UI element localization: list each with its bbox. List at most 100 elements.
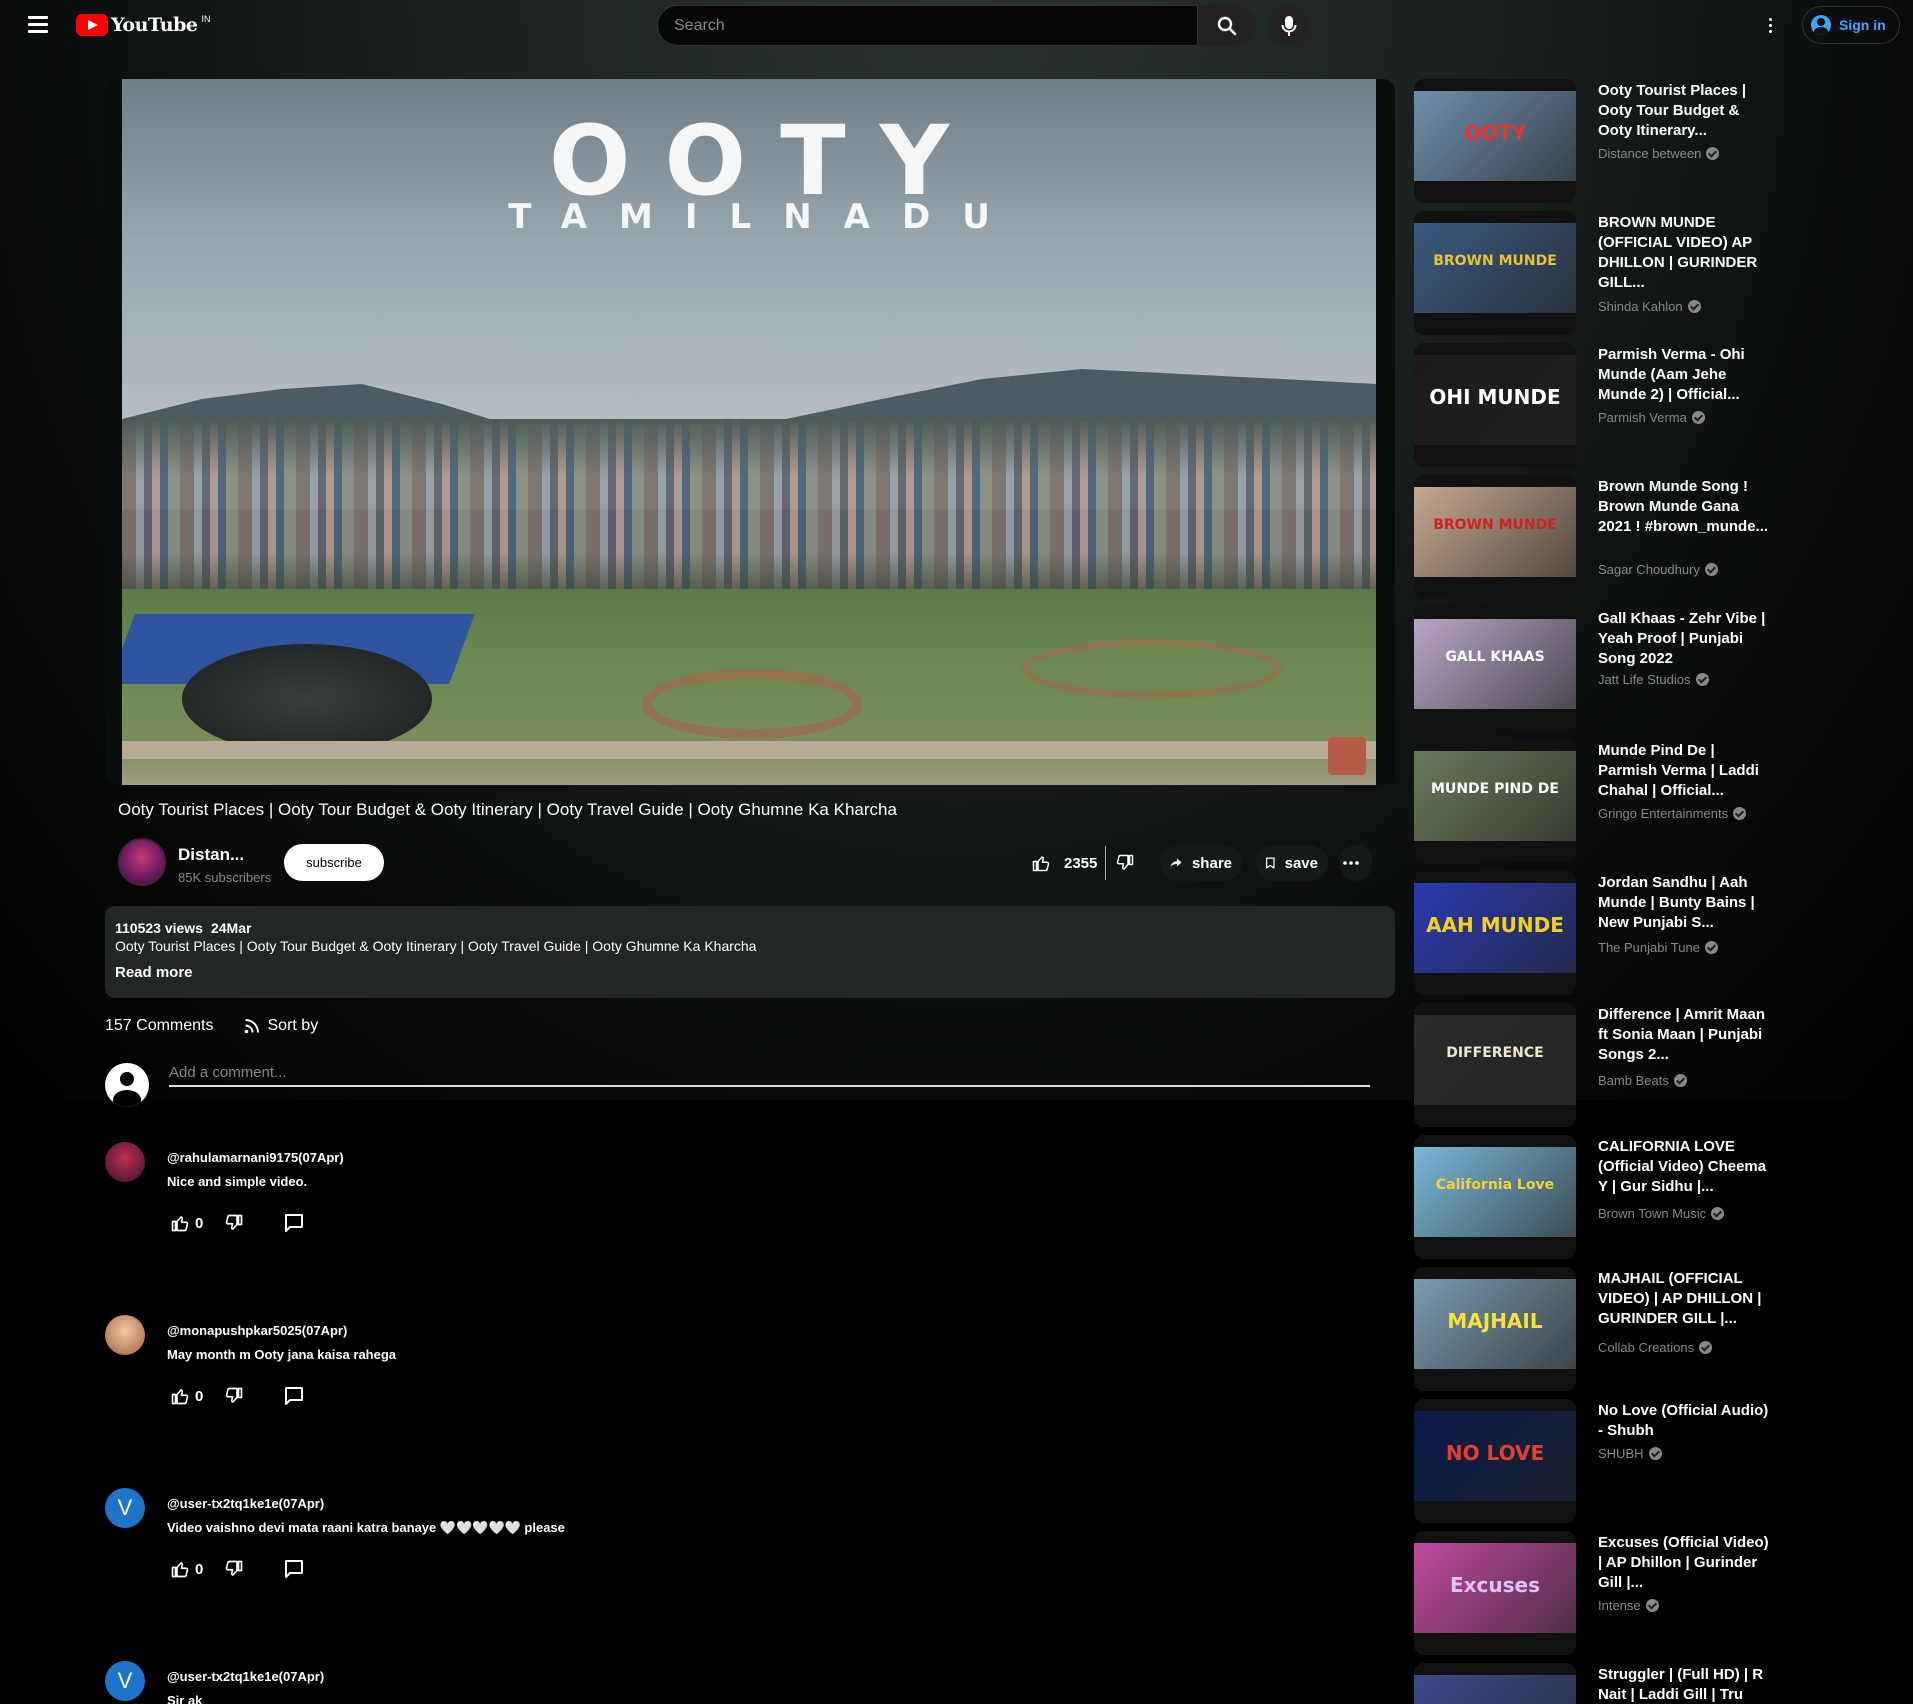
recommended-channel[interactable]: Distance between	[1598, 146, 1720, 161]
comment-avatar[interactable]	[105, 1315, 145, 1355]
video-frame[interactable]: OOTY TAMILNADU	[122, 79, 1376, 785]
video-player[interactable]: OOTY TAMILNADU	[105, 79, 1395, 785]
sign-in-button[interactable]: Sign in	[1802, 6, 1900, 44]
share-button[interactable]: share	[1160, 845, 1242, 881]
recommended-video-title[interactable]: Excuses (Official Video) | AP Dhillon | …	[1598, 1533, 1773, 1593]
search-button[interactable]	[1198, 5, 1256, 46]
recommended-video-title[interactable]: Struggler | (Full HD) | R Nait | Laddi G…	[1598, 1665, 1773, 1704]
recommended-video-title[interactable]: Jordan Sandhu | Aah Munde | Bunty Bains …	[1598, 873, 1773, 933]
comment-avatar[interactable]: V	[105, 1661, 145, 1701]
comment-author[interactable]: @monapushpkar5025(07Apr)	[167, 1323, 347, 1338]
share-icon	[1170, 858, 1182, 868]
comment-like-button[interactable]: 0	[171, 1387, 203, 1405]
description-box[interactable]: 110523 views 24Mar Ooty Tourist Places | …	[105, 906, 1395, 998]
subscribe-button[interactable]: subscribe	[284, 844, 384, 881]
dislike-button[interactable]	[1110, 848, 1140, 878]
save-button[interactable]: save	[1256, 845, 1328, 881]
recommended-channel[interactable]: Intense	[1598, 1598, 1659, 1613]
recommended-video[interactable]: BROWN MUNDE Brown Munde Song ! Brown Mund…	[1414, 475, 1774, 599]
like-count: 2355	[1064, 854, 1098, 872]
voice-search-button[interactable]	[1268, 5, 1309, 46]
channel-name[interactable]: Distan...	[178, 845, 244, 865]
comment-reply-button[interactable]	[285, 1387, 304, 1405]
settings-more-icon[interactable]	[1760, 14, 1780, 36]
recommended-video-title[interactable]: Difference | Amrit Maan ft Sonia Maan | …	[1598, 1005, 1773, 1065]
comment-avatar[interactable]: V	[105, 1488, 145, 1528]
recommended-video[interactable]: MUNDE PIND DE Munde Pind De | Parmish Ver…	[1414, 739, 1774, 863]
comment-dislike-button[interactable]	[225, 1560, 243, 1578]
recommended-video[interactable]: California Love CALIFORNIA LOVE (Official…	[1414, 1135, 1774, 1259]
video-thumbnail[interactable]: AAH MUNDE	[1414, 871, 1576, 995]
recommended-channel-name: Collab Creations	[1598, 1340, 1695, 1355]
recommended-channel[interactable]: Parmish Verma	[1598, 410, 1705, 425]
comment-reply-button[interactable]	[285, 1214, 304, 1232]
channel-watermark[interactable]	[1328, 737, 1366, 775]
recommended-channel[interactable]: Brown Town Music	[1598, 1206, 1725, 1221]
top-bar: YouTube IN Sign in	[0, 0, 1913, 52]
recommended-video[interactable]: MAJHAIL MAJHAIL (OFFICIAL VIDEO) | AP DHI…	[1414, 1267, 1774, 1391]
video-thumbnail[interactable]: BROWN MUNDE	[1414, 475, 1576, 599]
recommended-video[interactable]: BROWN MUNDE BROWN MUNDE (OFFICIAL VIDEO) …	[1414, 211, 1774, 335]
hamburger-menu-icon[interactable]	[28, 16, 48, 34]
comment-author[interactable]: @user-tx2tq1ke1e(07Apr)	[167, 1669, 324, 1684]
video-thumbnail[interactable]: OOTY	[1414, 79, 1576, 203]
channel-avatar[interactable]	[118, 838, 166, 886]
verified-badge-icon	[1699, 1341, 1713, 1354]
video-thumbnail[interactable]: MAJHAIL	[1414, 1267, 1576, 1391]
thumbs-up-icon	[171, 1389, 189, 1405]
recommended-video[interactable]: OHI MUNDE Parmish Verma - Ohi Munde (Aam …	[1414, 343, 1774, 467]
recommended-video-title[interactable]: Gall Khaas - Zehr Vibe | Yeah Proof | Pu…	[1598, 609, 1773, 669]
recommended-video-title[interactable]: Ooty Tourist Places | Ooty Tour Budget &…	[1598, 81, 1773, 141]
comment-like-button[interactable]: 0	[171, 1214, 203, 1232]
recommended-video-title[interactable]: CALIFORNIA LOVE (Official Video) Cheema …	[1598, 1137, 1773, 1197]
recommended-video[interactable]: NO LOVE No Love (Official Audio) - Shubh S…	[1414, 1399, 1774, 1523]
comments-header: 157 Comments Sort by	[105, 1017, 318, 1035]
recommended-channel[interactable]: Sagar Choudhury	[1598, 562, 1718, 577]
recommended-video[interactable]: Struggler | (Full HD) | R Nait | Laddi G…	[1414, 1663, 1774, 1704]
recommended-channel[interactable]: SHUBH	[1598, 1446, 1662, 1461]
video-thumbnail[interactable]	[1414, 1663, 1576, 1704]
recommended-video-title[interactable]: MAJHAIL (OFFICIAL VIDEO) | AP DHILLON | …	[1598, 1269, 1773, 1329]
video-thumbnail[interactable]: Excuses	[1414, 1531, 1576, 1655]
recommended-video[interactable]: AAH MUNDE Jordan Sandhu | Aah Munde | Bun…	[1414, 871, 1774, 995]
recommended-video[interactable]: Excuses Excuses (Official Video) | AP Dhi…	[1414, 1531, 1774, 1655]
video-thumbnail[interactable]: DIFFERENCE	[1414, 1003, 1576, 1127]
comment-author[interactable]: @rahulamarnani9175(07Apr)	[167, 1150, 344, 1165]
recommended-video-title[interactable]: No Love (Official Audio) - Shubh	[1598, 1401, 1773, 1441]
video-thumbnail[interactable]: California Love	[1414, 1135, 1576, 1259]
comment-like-button[interactable]: 0	[171, 1560, 203, 1578]
video-thumbnail[interactable]: NO LOVE	[1414, 1399, 1576, 1523]
video-thumbnail[interactable]: OHI MUNDE	[1414, 343, 1576, 467]
like-button[interactable]	[1026, 848, 1056, 878]
read-more-link[interactable]: Read more	[115, 964, 1385, 981]
sort-by-button[interactable]: Sort by	[244, 1017, 318, 1035]
comment-avatar[interactable]	[105, 1142, 145, 1182]
recommended-video-title[interactable]: Parmish Verma - Ohi Munde (Aam Jehe Mund…	[1598, 345, 1773, 405]
recommended-channel[interactable]: The Punjabi Tune	[1598, 940, 1718, 955]
recommended-video-title[interactable]: BROWN MUNDE (OFFICIAL VIDEO) AP DHILLON …	[1598, 213, 1773, 293]
comment-author[interactable]: @user-tx2tq1ke1e(07Apr)	[167, 1496, 324, 1511]
video-thumbnail[interactable]: GALL KHAAS	[1414, 607, 1576, 731]
comment-dislike-button[interactable]	[225, 1387, 243, 1405]
recommended-video-title[interactable]: Brown Munde Song ! Brown Munde Gana 2021…	[1598, 477, 1773, 537]
comment-text: Sir ak	[167, 1693, 203, 1704]
comment-reply-button[interactable]	[285, 1560, 304, 1578]
recommended-channel[interactable]: Collab Creations	[1598, 1340, 1713, 1355]
add-comment-input[interactable]	[169, 1060, 1370, 1087]
recommended-channel[interactable]: Bamb Beats	[1598, 1073, 1687, 1088]
recommended-channel[interactable]: Shinda Kahlon	[1598, 299, 1701, 314]
recommended-video-title[interactable]: Munde Pind De | Parmish Verma | Laddi Ch…	[1598, 741, 1773, 801]
youtube-logo[interactable]: YouTube IN	[76, 14, 210, 36]
video-thumbnail[interactable]: BROWN MUNDE	[1414, 211, 1576, 335]
recommended-channel[interactable]: Jatt Life Studios	[1598, 672, 1709, 687]
recommended-video[interactable]: DIFFERENCE Difference | Amrit Maan ft Son…	[1414, 1003, 1774, 1127]
search-input[interactable]	[658, 6, 1197, 45]
recommended-channel[interactable]: Gringo Entertainments	[1598, 806, 1747, 821]
thumbs-down-icon	[226, 1560, 243, 1576]
video-thumbnail[interactable]: MUNDE PIND DE	[1414, 739, 1576, 863]
comment-dislike-button[interactable]	[225, 1214, 243, 1232]
recommended-video[interactable]: OOTY Ooty Tourist Places | Ooty Tour Budg…	[1414, 79, 1774, 203]
recommended-video[interactable]: GALL KHAAS Gall Khaas - Zehr Vibe | Yeah …	[1414, 607, 1774, 731]
thumbnail-image: OOTY	[1414, 91, 1576, 181]
more-actions-button[interactable]	[1340, 845, 1372, 881]
